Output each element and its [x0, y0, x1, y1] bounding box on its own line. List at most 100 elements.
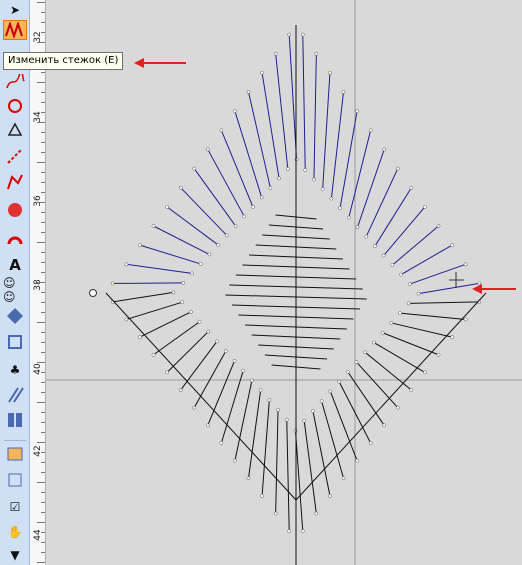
- ruler-tick: [41, 262, 45, 263]
- badge-icon[interactable]: [3, 306, 27, 326]
- stitch: [193, 168, 236, 227]
- needle-point: [241, 368, 246, 373]
- needle-point: [341, 476, 346, 481]
- needle-point: [302, 418, 307, 423]
- sphere-icon[interactable]: [3, 200, 27, 220]
- run-stitch-icon[interactable]: [3, 72, 27, 92]
- ruler-tick: [37, 402, 45, 403]
- check-icon[interactable]: ☑: [3, 497, 27, 517]
- stitch: [286, 419, 290, 532]
- node-edit-icon[interactable]: [3, 120, 27, 140]
- needle-point: [287, 529, 292, 534]
- lines-icon[interactable]: [3, 385, 27, 405]
- stitch: [382, 332, 439, 356]
- stitch: [275, 409, 279, 514]
- ruler-label: 38: [33, 279, 43, 291]
- needle-point: [300, 529, 305, 534]
- stitch: [356, 361, 399, 409]
- needle-point: [124, 262, 129, 267]
- needle-point: [216, 243, 220, 247]
- stitch: [288, 34, 298, 160]
- needle-point: [363, 350, 368, 355]
- needle-point: [320, 187, 325, 191]
- zigzag-stitch-icon[interactable]: [3, 20, 27, 40]
- stitch: [322, 72, 331, 190]
- stitch: [313, 53, 317, 180]
- tooltip: Изменить стежок (E): [3, 52, 124, 70]
- ruler-tick: [37, 202, 45, 203]
- embroidery-canvas[interactable]: [46, 0, 522, 565]
- needle-point: [355, 225, 360, 229]
- needle-point: [151, 224, 156, 228]
- needle-point: [165, 205, 169, 209]
- ruler-tick: [41, 542, 45, 543]
- needle-point: [151, 352, 156, 357]
- stitch: [357, 149, 385, 228]
- needle-point: [368, 441, 373, 445]
- hand-icon[interactable]: ✋: [3, 522, 27, 542]
- ruler-tick: [37, 322, 45, 323]
- satin-icon[interactable]: [3, 96, 27, 116]
- needle-point: [338, 206, 342, 210]
- needle-point: [207, 252, 212, 257]
- needle-point: [407, 282, 412, 286]
- arch-icon[interactable]: [3, 228, 27, 248]
- text-icon[interactable]: A: [3, 255, 27, 275]
- select-arrow-icon[interactable]: ➤: [3, 0, 27, 20]
- needle-point: [423, 370, 427, 375]
- ruler-tick: [41, 152, 45, 153]
- ruler-tick: [41, 112, 45, 113]
- needle-point: [337, 379, 341, 384]
- stitch: [261, 400, 270, 496]
- needle-point: [189, 310, 193, 314]
- needle-point: [246, 476, 251, 481]
- needle-point: [312, 177, 316, 182]
- needle-point: [341, 90, 346, 94]
- needle-point: [372, 340, 376, 345]
- arrow-down-icon[interactable]: ▼: [3, 545, 27, 565]
- needle-point: [355, 458, 359, 463]
- square-icon[interactable]: [3, 332, 27, 352]
- line-icon[interactable]: [3, 146, 27, 166]
- stitch: [418, 282, 480, 295]
- stitch: [166, 206, 219, 246]
- polyline-icon[interactable]: [3, 172, 27, 192]
- ruler-tick: [41, 412, 45, 413]
- stitch: [275, 53, 289, 169]
- needle-point: [409, 185, 414, 190]
- needle-point: [276, 407, 280, 412]
- ruler-tick: [41, 182, 45, 183]
- ruler-tick: [41, 422, 45, 423]
- ruler-label: 42: [33, 445, 43, 457]
- ruler-tick: [41, 452, 45, 453]
- ruler-tick: [41, 372, 45, 373]
- needle-point: [328, 494, 332, 498]
- annotation-arrow: [472, 284, 516, 294]
- needle-point: [303, 168, 308, 172]
- needle-point: [354, 360, 359, 364]
- people-icon[interactable]: ☺☺: [3, 276, 27, 304]
- needle-point: [192, 405, 197, 410]
- needle-point: [138, 243, 142, 247]
- figure-icon[interactable]: ♣: [3, 360, 27, 380]
- ruler-tick: [41, 352, 45, 353]
- stitch: [408, 301, 480, 304]
- picture-icon[interactable]: [3, 444, 27, 464]
- ruler-tick: [41, 552, 45, 553]
- needle-point: [138, 335, 142, 339]
- start-point-icon: [89, 289, 97, 297]
- frame-icon[interactable]: [3, 470, 27, 490]
- needle-point: [463, 262, 468, 267]
- ruler-tick: [41, 492, 45, 493]
- stitch: [391, 322, 453, 338]
- ruler-tick: [41, 72, 45, 73]
- needle-point: [233, 224, 238, 228]
- stitch: [321, 401, 344, 479]
- stitch: [409, 263, 466, 285]
- ruler-label: 44: [33, 529, 43, 541]
- ruler-tick: [37, 42, 45, 43]
- needle-point: [314, 511, 319, 516]
- needle-point: [277, 176, 281, 181]
- grid-icon[interactable]: [3, 410, 27, 430]
- needle-point: [409, 388, 414, 392]
